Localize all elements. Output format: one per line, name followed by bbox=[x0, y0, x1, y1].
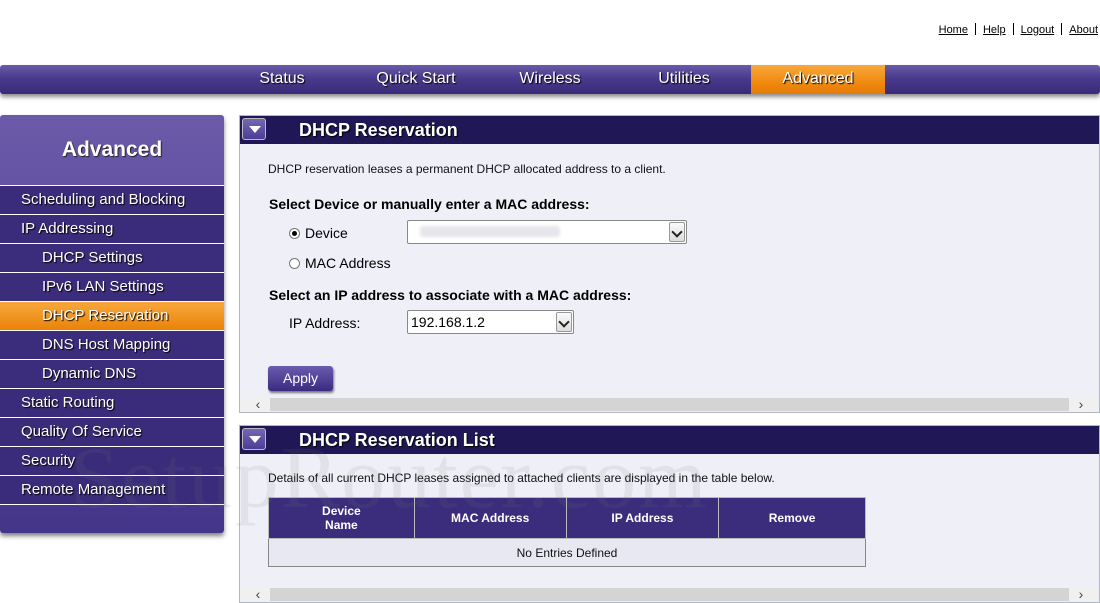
column-header-remove: Remove bbox=[718, 497, 866, 539]
triangle-down-icon bbox=[249, 436, 261, 443]
ip-address-label: IP Address: bbox=[289, 315, 361, 331]
sidebar-item-dhcp-settings[interactable]: DHCP Settings bbox=[0, 243, 224, 272]
device-radio[interactable] bbox=[289, 227, 300, 239]
dhcp-reservation-list-panel: DHCP Reservation List Details of all cur… bbox=[239, 425, 1100, 603]
sidebar: Advanced Scheduling and Blocking IP Addr… bbox=[0, 115, 224, 533]
mac-radio-option[interactable]: MAC Address bbox=[289, 255, 391, 271]
separator bbox=[1012, 23, 1014, 35]
device-select[interactable] bbox=[407, 220, 687, 244]
collapse-toggle-button[interactable] bbox=[242, 428, 266, 450]
select-device-label: Select Device or manually enter a MAC ad… bbox=[269, 196, 590, 212]
nav-tab-wireless[interactable]: Wireless bbox=[483, 65, 617, 94]
sidebar-item-dhcp-reservation[interactable]: DHCP Reservation bbox=[0, 301, 224, 330]
nav-tab-advanced[interactable]: Advanced bbox=[751, 65, 885, 94]
horizontal-scrollbar[interactable]: ‹ › bbox=[240, 586, 1099, 602]
logout-link[interactable]: Logout bbox=[1021, 24, 1055, 36]
scroll-left-icon[interactable]: ‹ bbox=[248, 396, 268, 412]
main-nav: Status Quick Start Wireless Utilities Ad… bbox=[0, 65, 1100, 94]
panel-header: DHCP Reservation List bbox=[240, 426, 1099, 454]
column-header-device-name: Device Name bbox=[268, 497, 415, 539]
scroll-right-icon[interactable]: › bbox=[1071, 396, 1091, 412]
dhcp-reservation-panel: DHCP Reservation DHCP reservation leases… bbox=[239, 115, 1100, 413]
table-row: No Entries Defined bbox=[268, 538, 866, 567]
sidebar-item-dynamic-dns[interactable]: Dynamic DNS bbox=[0, 359, 224, 388]
column-header-label: Device Name bbox=[322, 504, 361, 532]
sidebar-footer bbox=[0, 504, 224, 532]
reservation-table: Device Name MAC Address IP Address Remov… bbox=[268, 497, 866, 567]
top-links: Home Help Logout About bbox=[939, 23, 1098, 36]
sidebar-item-dns-host-mapping[interactable]: DNS Host Mapping bbox=[0, 330, 224, 359]
collapse-toggle-button[interactable] bbox=[242, 118, 266, 140]
help-link[interactable]: Help bbox=[983, 24, 1006, 36]
ip-address-value: 192.168.1.2 bbox=[411, 314, 485, 330]
separator bbox=[1061, 23, 1063, 35]
nav-tab-utilities[interactable]: Utilities bbox=[617, 65, 751, 94]
nav-tab-status[interactable]: Status bbox=[215, 65, 349, 94]
sidebar-item-ip-addressing[interactable]: IP Addressing bbox=[0, 214, 224, 243]
mac-radio-label: MAC Address bbox=[305, 255, 391, 271]
panel-header: DHCP Reservation bbox=[240, 116, 1099, 144]
scroll-right-icon[interactable]: › bbox=[1071, 586, 1091, 602]
obscured-device-name bbox=[420, 226, 560, 237]
device-radio-label: Device bbox=[305, 225, 348, 241]
table-header-row: Device Name MAC Address IP Address Remov… bbox=[268, 497, 866, 539]
triangle-down-icon bbox=[249, 126, 261, 133]
sidebar-item-quality-of-service[interactable]: Quality Of Service bbox=[0, 417, 224, 446]
mac-radio[interactable] bbox=[289, 257, 300, 269]
chevron-down-icon bbox=[556, 312, 572, 332]
home-link[interactable]: Home bbox=[939, 24, 968, 36]
select-ip-label: Select an IP address to associate with a… bbox=[269, 287, 632, 303]
chevron-down-icon bbox=[669, 222, 685, 242]
panel-description: DHCP reservation leases a permanent DHCP… bbox=[268, 162, 666, 176]
panel-title: DHCP Reservation bbox=[299, 120, 458, 140]
nav-tab-quick-start[interactable]: Quick Start bbox=[349, 65, 483, 94]
sidebar-item-ipv6-lan-settings[interactable]: IPv6 LAN Settings bbox=[0, 272, 224, 301]
horizontal-scrollbar[interactable]: ‹ › bbox=[240, 396, 1099, 412]
panel-title: DHCP Reservation List bbox=[299, 430, 495, 450]
sidebar-title: Advanced bbox=[61, 138, 163, 161]
sidebar-item-remote-management[interactable]: Remote Management bbox=[0, 475, 224, 504]
scroll-track[interactable] bbox=[270, 588, 1069, 601]
ip-address-select[interactable]: 192.168.1.2 bbox=[407, 310, 574, 334]
sidebar-item-static-routing[interactable]: Static Routing bbox=[0, 388, 224, 417]
scroll-left-icon[interactable]: ‹ bbox=[248, 586, 268, 602]
scroll-track[interactable] bbox=[270, 398, 1069, 411]
sidebar-item-security[interactable]: Security bbox=[0, 446, 224, 475]
separator bbox=[974, 23, 976, 35]
panel-description: Details of all current DHCP leases assig… bbox=[268, 471, 775, 485]
column-header-ip-address: IP Address bbox=[565, 497, 720, 539]
column-header-mac-address: MAC Address bbox=[413, 497, 567, 539]
empty-table-message: No Entries Defined bbox=[268, 538, 866, 567]
sidebar-item-scheduling-and-blocking[interactable]: Scheduling and Blocking bbox=[0, 185, 224, 214]
about-link[interactable]: About bbox=[1069, 24, 1098, 36]
device-radio-option[interactable]: Device bbox=[289, 225, 348, 241]
apply-button[interactable]: Apply bbox=[268, 366, 333, 391]
